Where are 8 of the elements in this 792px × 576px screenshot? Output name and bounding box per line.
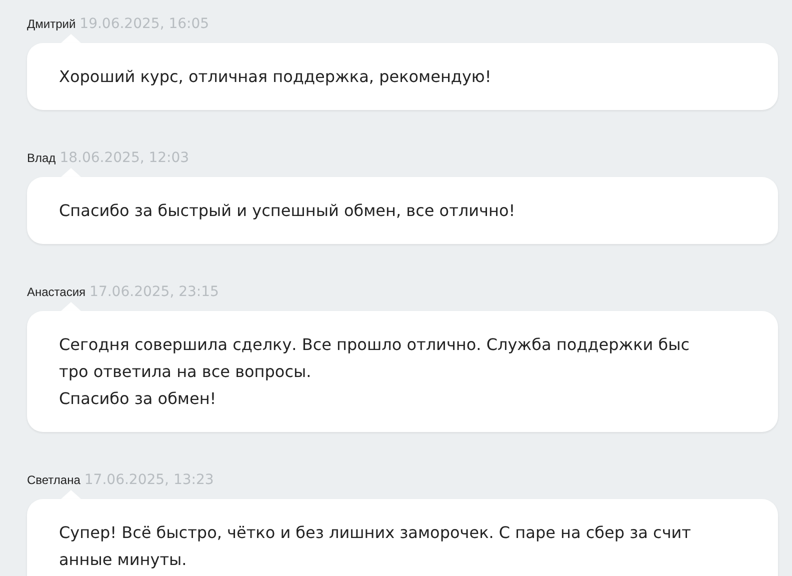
author-name: Светлана bbox=[27, 472, 80, 489]
author-name: Влад bbox=[27, 150, 56, 167]
review-text: Спасибо за быстрый и успешный обмен, все отлично! bbox=[59, 200, 516, 222]
review-text: Сегодня совершила сделку. Все прошло отлично. Служба поддержки быс тро ответила на все вопросы. Спасибо за обмен! bbox=[59, 334, 691, 410]
review-text: Супер! Всё быстро, чётко и без лишних заморочек. С паре на сбер за счит анные минуты. bbox=[59, 522, 692, 571]
review-text: Хороший курс, отличная поддержка, рекомендую! bbox=[59, 66, 492, 88]
author-name: Анастасия bbox=[27, 284, 86, 301]
author-name: Дмитрий bbox=[27, 16, 76, 33]
